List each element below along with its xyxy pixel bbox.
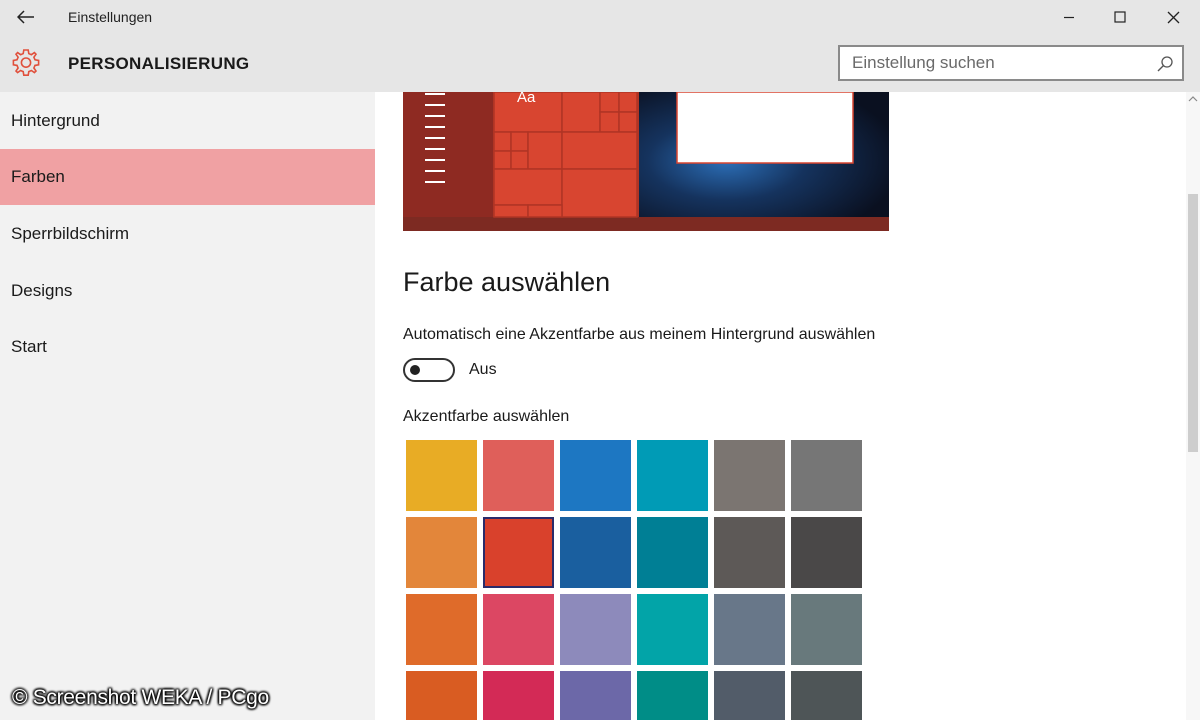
color-swatch[interactable] bbox=[637, 594, 708, 665]
color-swatch[interactable] bbox=[483, 594, 554, 665]
color-swatch[interactable] bbox=[791, 517, 862, 588]
sidebar-item-start[interactable]: Start bbox=[0, 319, 375, 375]
scroll-thumb[interactable] bbox=[1188, 194, 1198, 452]
color-swatch[interactable] bbox=[714, 671, 785, 720]
color-swatch[interactable] bbox=[714, 517, 785, 588]
sidebar-item-sperrbildschirm[interactable]: Sperrbildschirm bbox=[0, 206, 375, 262]
sidebar: Hintergrund Farben Sperrbildschirm Desig… bbox=[0, 92, 375, 720]
window-title: Einstellungen bbox=[68, 9, 153, 25]
section-heading: Farbe auswählen bbox=[403, 267, 611, 297]
close-icon bbox=[1167, 11, 1179, 23]
sidebar-item-label: Start bbox=[11, 337, 47, 356]
auto-accent-toggle[interactable] bbox=[403, 358, 455, 382]
maximize-icon bbox=[1114, 11, 1126, 23]
sidebar-item-label: Designs bbox=[11, 281, 73, 300]
scrollbar[interactable] bbox=[1186, 92, 1200, 720]
sidebar-item-label: Sperrbildschirm bbox=[11, 224, 130, 243]
auto-accent-label: Automatisch eine Akzentfarbe aus meinem … bbox=[403, 326, 876, 343]
close-button[interactable] bbox=[1146, 0, 1200, 34]
content-pane: Aa Farbe auswählen Automatisch eine Akze… bbox=[375, 92, 1200, 720]
color-swatch[interactable] bbox=[791, 440, 862, 511]
sidebar-item-label: Hintergrund bbox=[11, 111, 100, 130]
color-swatch[interactable] bbox=[483, 440, 554, 511]
color-swatch[interactable] bbox=[637, 440, 708, 511]
back-arrow-icon bbox=[17, 10, 34, 24]
minimize-button[interactable] bbox=[1042, 0, 1096, 34]
color-swatch[interactable] bbox=[637, 671, 708, 720]
color-swatch[interactable] bbox=[406, 517, 477, 588]
toggle-knob bbox=[410, 365, 420, 375]
color-swatch[interactable] bbox=[560, 594, 631, 665]
page-title: PERSONALISIERUNG bbox=[68, 54, 250, 73]
search-icon[interactable] bbox=[1156, 55, 1174, 73]
back-button[interactable] bbox=[10, 4, 42, 30]
search-input[interactable] bbox=[852, 51, 1152, 75]
color-swatch[interactable] bbox=[637, 517, 708, 588]
title-bar: Einstellungen bbox=[0, 0, 1200, 34]
preview-sample-text: Aa bbox=[517, 92, 536, 106]
scroll-up-arrow-icon[interactable] bbox=[1188, 94, 1198, 104]
color-swatch[interactable] bbox=[560, 671, 631, 720]
sidebar-item-label: Farben bbox=[11, 167, 65, 186]
color-swatch[interactable] bbox=[483, 517, 554, 588]
color-swatch[interactable] bbox=[791, 671, 862, 720]
sidebar-item-farben[interactable]: Farben bbox=[0, 149, 375, 205]
color-swatch[interactable] bbox=[406, 440, 477, 511]
toggle-state-label: Aus bbox=[469, 361, 497, 378]
color-swatch[interactable] bbox=[483, 671, 554, 720]
gear-icon bbox=[12, 49, 40, 76]
sidebar-item-hintergrund[interactable]: Hintergrund bbox=[0, 93, 375, 149]
maximize-button[interactable] bbox=[1093, 0, 1147, 34]
settings-header: PERSONALISIERUNG bbox=[0, 34, 1200, 92]
color-swatch[interactable] bbox=[714, 594, 785, 665]
minimize-icon bbox=[1064, 16, 1074, 19]
color-swatch[interactable] bbox=[560, 440, 631, 511]
color-swatch[interactable] bbox=[406, 594, 477, 665]
accent-color-label: Akzentfarbe auswählen bbox=[403, 408, 570, 425]
watermark: © Screenshot WEKA / PCgo bbox=[12, 686, 269, 709]
theme-preview: Aa bbox=[403, 92, 889, 231]
color-swatch[interactable] bbox=[406, 671, 477, 720]
color-swatch[interactable] bbox=[560, 517, 631, 588]
search-box[interactable] bbox=[838, 45, 1184, 81]
color-swatch[interactable] bbox=[791, 594, 862, 665]
accent-color-grid bbox=[406, 440, 866, 720]
sidebar-item-designs[interactable]: Designs bbox=[0, 263, 375, 319]
color-swatch[interactable] bbox=[714, 440, 785, 511]
